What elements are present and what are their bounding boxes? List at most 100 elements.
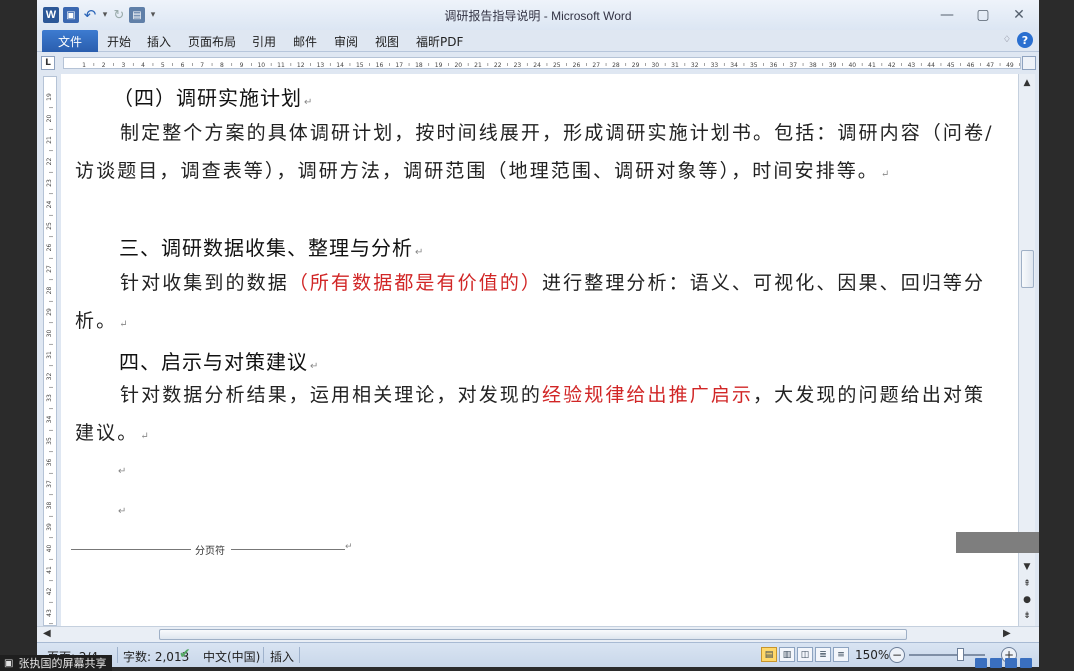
ruler-number: 11 (277, 62, 285, 69)
ruler-number: 31 (671, 62, 679, 69)
horizontal-scrollbar[interactable]: ◀ ▶ (37, 626, 1039, 642)
ruler-number: 43 (46, 609, 53, 617)
language[interactable]: 中文(中国) (203, 648, 260, 665)
insert-mode[interactable]: 插入 (270, 648, 294, 665)
tab-home[interactable]: 开始 (107, 33, 131, 50)
scroll-right-icon[interactable]: ▶ (1003, 628, 1011, 639)
empty-paragraph-mark: ↵ (118, 466, 127, 477)
tray-app-icon[interactable] (990, 658, 1002, 668)
minimize-ribbon-icon[interactable]: ♢ (1003, 35, 1011, 45)
ruler-number: 32 (46, 373, 53, 381)
ruler-number: 30 (651, 62, 659, 69)
tab-references[interactable]: 引用 (252, 33, 276, 50)
ruler-number: 30 (46, 330, 53, 338)
tab-mailings[interactable]: 邮件 (293, 33, 317, 50)
previous-page-icon[interactable]: ⇞ (1020, 577, 1034, 591)
scroll-left-icon[interactable]: ◀ (43, 628, 51, 639)
ruler-number: 22 (46, 158, 53, 166)
ruler-number: 18 (415, 62, 423, 69)
ruler-number: 28 (46, 287, 53, 295)
paragraph-mark: ↵ (880, 169, 890, 180)
ruler-number: 24 (46, 201, 53, 209)
ruler-number: 20 (454, 62, 462, 69)
ruler-number: 25 (553, 62, 561, 69)
vertical-ruler[interactable]: 19 20 21 22 23 24 25 26 27 28 29 30 31 32 33 34 35 36 37 38… (43, 76, 57, 626)
highlight-text: 经验规律给出推广启示 (542, 384, 754, 406)
system-tray (975, 656, 1039, 670)
ruler-number: 41 (868, 62, 876, 69)
ruler-number: 36 (46, 459, 53, 467)
section4-heading: （四）调研实施计划 ↵ (113, 86, 313, 110)
tray-app-icon[interactable] (1020, 658, 1032, 668)
ruler-number: 2 (102, 62, 106, 69)
select-browse-object-icon[interactable]: ● (1020, 593, 1034, 607)
overlay-rectangle (956, 532, 1039, 553)
ruler-number: 21 (46, 136, 53, 144)
page-break-label: 分页符 (193, 542, 227, 557)
horizontal-scroll-thumb[interactable] (159, 629, 907, 640)
ruler-number: 26 (573, 62, 581, 69)
help-icon[interactable]: ? (1017, 32, 1033, 48)
tab-page-layout[interactable]: 页面布局 (188, 33, 236, 50)
web-layout-icon[interactable]: ◫ (797, 647, 813, 662)
tab-view[interactable]: 视图 (375, 33, 399, 50)
ruler-row: L 1 2 3 4 5 6 7 8 9 10 11 12 13 14 15 16 17 18 19 20 21 22 23 2… (37, 53, 1039, 73)
zoom-out-button[interactable]: − (889, 647, 905, 663)
tab-review[interactable]: 审阅 (334, 33, 358, 50)
minimize-icon[interactable]: — (937, 6, 957, 24)
paragraph-mark: ↵ (140, 431, 149, 442)
ruler-number: 33 (711, 62, 719, 69)
ruler-number: 34 (730, 62, 738, 69)
ruler-number: 38 (809, 62, 817, 69)
screen-share-banner[interactable]: ▣ 张执国的屏幕共享 (0, 655, 113, 671)
heading-recommendations: 四、启示与对策建议 ↵ (119, 350, 319, 374)
close-icon[interactable]: ✕ (1009, 6, 1029, 24)
vertical-scroll-thumb[interactable] (1021, 250, 1034, 288)
tab-file[interactable]: 文件 (42, 30, 98, 52)
horizontal-ruler[interactable]: 1 2 3 4 5 6 7 8 9 10 11 12 13 14 15 16 17 18 19 20 21 22 23 24 2… (63, 57, 1021, 69)
scroll-up-icon[interactable]: ▲ (1020, 76, 1034, 90)
title-bar: W ▣ ↶ ▾ ↻ ▤ ▾ 调研报告指导说明 - Microsoft Word … (37, 0, 1039, 30)
ruler-number: 26 (46, 244, 53, 252)
paragraph-mark: ↵ (119, 319, 128, 330)
maximize-icon[interactable]: ▢ (973, 6, 993, 24)
paragraph-mark: ↵ (304, 97, 313, 108)
ruler-number: 4 (141, 62, 145, 69)
zoom-slider-handle[interactable] (957, 648, 964, 661)
ruler-number: 17 (395, 62, 403, 69)
print-layout-view-icon[interactable]: ▤ (761, 647, 777, 662)
ruler-number: 43 (908, 62, 916, 69)
ruler-number: 13 (317, 62, 325, 69)
tab-insert[interactable]: 插入 (147, 33, 171, 50)
draft-view-icon[interactable]: ≡ (833, 647, 849, 662)
ruler-number: 16 (376, 62, 384, 69)
zoom-slider[interactable] (909, 654, 985, 656)
full-screen-reading-icon[interactable]: ▥ (779, 647, 795, 662)
tab-foxit-pdf[interactable]: 福昕PDF (416, 33, 463, 50)
tray-app-icon[interactable] (975, 658, 987, 668)
document-page[interactable]: （四）调研实施计划 ↵ 制定整个方案的具体调研计划，按时间线展开，形成调研实施计划… (61, 74, 1018, 626)
ruler-number: 49 (1006, 62, 1014, 69)
proofing-icon[interactable]: ✔ (179, 646, 191, 662)
tab-selector[interactable]: L (41, 56, 55, 70)
data-collection-body: 针对收集到的数据（所有数据都是有价值的）进行整理分析：语义、可视化、因果、回归等… (75, 272, 986, 332)
ruler-number: 44 (927, 62, 935, 69)
screen: W ▣ ↶ ▾ ↻ ▤ ▾ 调研报告指导说明 - Microsoft Word … (0, 0, 1074, 671)
ruler-number: 40 (46, 545, 53, 553)
ruler-number: 22 (494, 62, 502, 69)
view-ruler-icon[interactable] (1022, 56, 1036, 70)
ruler-number: 40 (848, 62, 856, 69)
tray-app-icon[interactable] (1005, 658, 1017, 668)
zoom-level[interactable]: 150% (855, 648, 889, 662)
ruler-number: 35 (46, 437, 53, 445)
ruler-number: 47 (986, 62, 994, 69)
scroll-down-icon[interactable]: ▼ (1020, 560, 1034, 574)
ruler-number: 19 (46, 93, 53, 101)
ruler-number: 5 (161, 62, 165, 69)
outline-view-icon[interactable]: ≣ (815, 647, 831, 662)
screen-share-label: 张执国的屏幕共享 (18, 657, 107, 670)
heading-data-collection: 三、调研数据收集、整理与分析 ↵ (119, 236, 424, 260)
ruler-number: 35 (750, 62, 758, 69)
next-page-icon[interactable]: ⇟ (1020, 609, 1034, 623)
ruler-number: 41 (46, 566, 53, 574)
